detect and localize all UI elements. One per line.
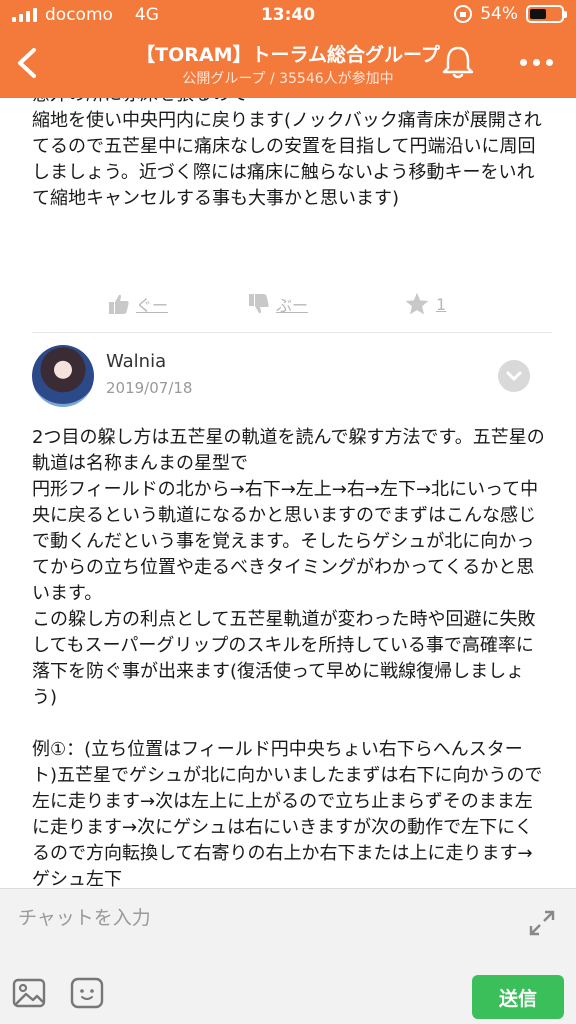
app-header: docomo 4G 13:40 54% 【TORAM】トーラム総合グループ 公開…	[0, 0, 576, 98]
sticker-icon	[70, 977, 104, 1009]
bad-label: ぶー	[276, 296, 309, 315]
image-icon	[12, 978, 46, 1008]
more-options-button[interactable]	[512, 44, 560, 80]
comment-menu-button[interactable]	[498, 360, 530, 392]
bad-button[interactable]: ぶー	[248, 284, 308, 324]
expand-arrows-icon	[529, 910, 555, 936]
star-icon	[405, 292, 429, 315]
avatar[interactable]	[32, 345, 94, 407]
send-button[interactable]: 送信	[472, 975, 564, 1019]
chat-input[interactable]	[18, 901, 518, 935]
comment-author[interactable]: Walnia	[106, 351, 166, 372]
battery-percent: 54%	[480, 4, 518, 24]
battery-icon	[526, 5, 567, 23]
group-header: 【TORAM】トーラム総合グループ 公開グループ / 35546人が参加中	[0, 32, 576, 98]
chevron-down-icon	[506, 371, 522, 381]
post-body: 意外の所に赤床を張るので 縮地を使い中央円内に戻ります(ノックバック痛青床が展開…	[32, 98, 542, 209]
post-actions: ぐー ぶー 1	[0, 284, 576, 324]
chevron-left-icon	[18, 48, 36, 78]
image-button[interactable]	[12, 977, 46, 1009]
more-dots-icon	[519, 58, 527, 66]
divider	[32, 332, 552, 333]
expand-input-button[interactable]	[528, 909, 556, 937]
good-label: ぐー	[136, 296, 169, 315]
comment-body: 2つ目の躱し方は五芒星の軌道を読んで躱す方法です。五芒星の軌道は名称まんまの星型…	[32, 427, 545, 888]
comment-date: 2019/07/18	[106, 379, 193, 397]
chat-input-bar: 送信	[0, 888, 576, 1024]
status-bar: docomo 4G 13:40 54%	[0, 0, 576, 32]
good-button[interactable]: ぐー	[108, 284, 168, 324]
thumbs-down-icon	[249, 294, 269, 314]
notification-button[interactable]	[438, 42, 478, 82]
back-button[interactable]	[8, 38, 48, 88]
thumbs-up-icon	[109, 294, 129, 314]
star-button[interactable]: 1	[404, 284, 446, 324]
orientation-lock-icon	[454, 5, 473, 23]
chat-content[interactable]: 意外の所に赤床を張るので 縮地を使い中央円内に戻ります(ノックバック痛青床が展開…	[0, 98, 576, 888]
star-count: 1	[436, 294, 447, 314]
bell-icon	[442, 46, 474, 79]
sticker-button[interactable]	[70, 977, 104, 1009]
